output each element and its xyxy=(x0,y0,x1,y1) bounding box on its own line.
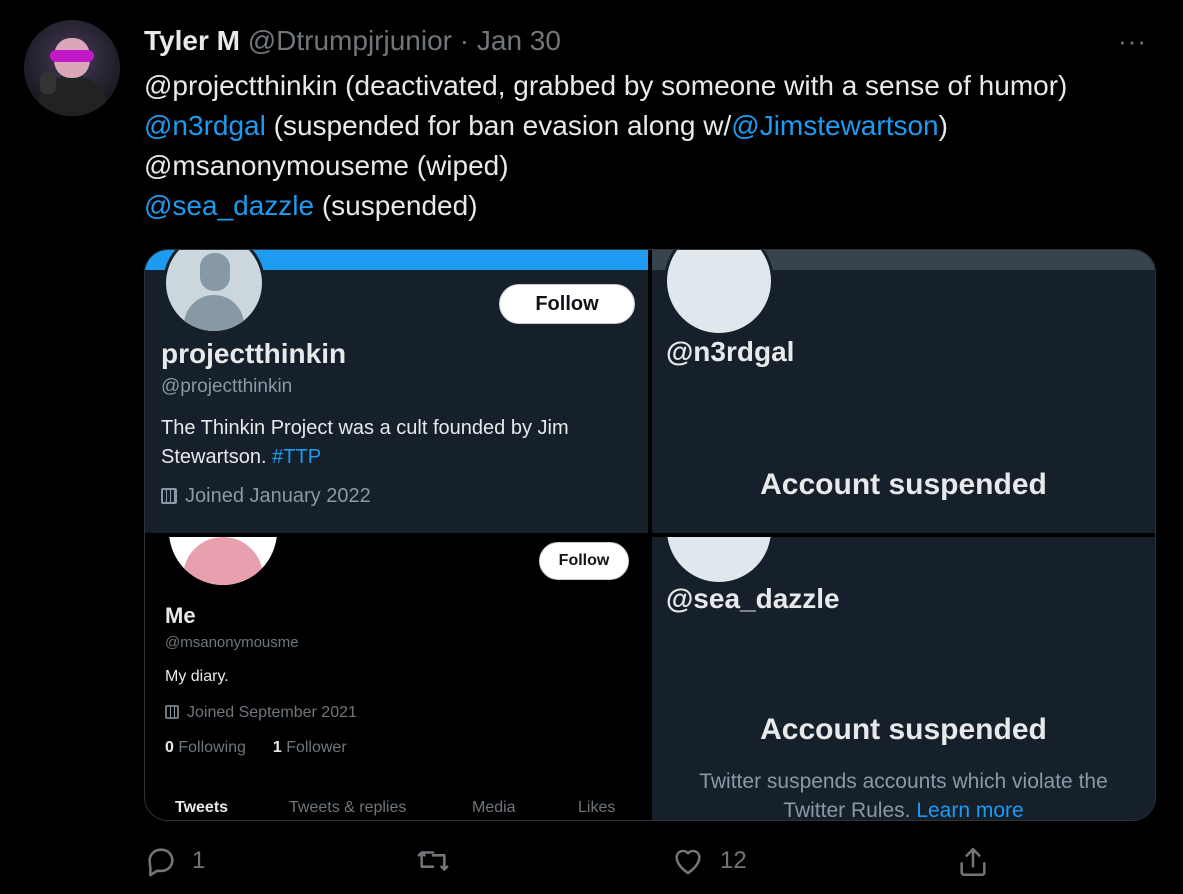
author-name[interactable]: Tyler M xyxy=(144,25,240,56)
blank-avatar-icon xyxy=(664,250,774,336)
tab-likes[interactable]: Likes xyxy=(578,799,615,817)
tweet-line-4: @sea_dazzle (suspended) xyxy=(144,186,1154,226)
tab-tweets-replies[interactable]: Tweets & replies xyxy=(289,799,406,817)
more-options-icon[interactable]: ··· xyxy=(1118,26,1147,57)
like-count: 12 xyxy=(720,847,747,874)
retweet-action[interactable] xyxy=(414,844,466,878)
follow-button[interactable]: Follow xyxy=(539,542,629,580)
tweet-line-2: @n3rdgal (suspended for ban evasion alon… xyxy=(144,106,1154,146)
avatar-body-shape xyxy=(184,295,244,331)
tweet-line-4-text: (suspended) xyxy=(314,190,478,221)
profile-handle: @msanonymousme xyxy=(165,634,299,651)
blank-avatar-icon xyxy=(664,537,774,585)
share-icon xyxy=(960,847,986,877)
reply-action[interactable]: 1 xyxy=(144,844,205,878)
reply-count: 1 xyxy=(192,847,206,874)
media-panel-msanonymousme[interactable]: Follow Me @msanonymousme My diary. Joine… xyxy=(145,537,648,820)
pink-avatar-icon xyxy=(169,537,277,585)
share-action[interactable] xyxy=(956,844,990,880)
tweet-actions: 1 12 xyxy=(144,844,1044,884)
mention-link-jimstewartson[interactable]: @Jimstewartson xyxy=(731,110,938,141)
tweet-line-1-text: @projectthinkin (deactivated, grabbed by… xyxy=(144,70,1068,101)
header-separator: · xyxy=(459,25,470,56)
profile-bio: The Thinkin Project was a cult founded b… xyxy=(161,414,621,472)
following-label[interactable]: Following xyxy=(174,739,246,756)
reply-icon xyxy=(148,848,174,877)
profile-bio-text: The Thinkin Project was a cult founded b… xyxy=(161,417,569,468)
mention-link-n3rdgal[interactable]: @n3rdgal xyxy=(144,110,266,141)
followers-count[interactable]: 1 xyxy=(273,739,282,756)
tweet-header: Tyler M @Dtrumpjrjunior · Jan 30 xyxy=(144,24,561,58)
tweet-line-2-end: ) xyxy=(938,110,948,141)
follow-stats: 0 Following 1 Follower xyxy=(165,739,347,757)
tweet-line-3: @msanonymouseme (wiped) xyxy=(144,146,1154,186)
tweet-line-3-text: @msanonymouseme (wiped) xyxy=(144,150,509,181)
media-panel-projectthinkin[interactable]: Follow projectthinkin @projectthinkin Th… xyxy=(145,250,648,533)
profile-handle: @n3rdgal xyxy=(666,336,795,367)
tweet-text: @projectthinkin (deactivated, grabbed by… xyxy=(144,66,1154,226)
profile-name: projectthinkin xyxy=(161,338,347,369)
following-count[interactable]: 0 xyxy=(165,739,174,756)
tweet-line-2-text: (suspended for ban evasion along w/ xyxy=(265,110,732,141)
author-handle[interactable]: @Dtrumpjrjunior xyxy=(248,25,452,56)
tweet-date[interactable]: Jan 30 xyxy=(477,25,561,56)
follow-button[interactable]: Follow xyxy=(499,284,635,324)
avatar-head-shape xyxy=(200,253,230,291)
followers-label[interactable]: Follower xyxy=(282,739,346,756)
tab-media[interactable]: Media xyxy=(472,799,516,817)
author-avatar[interactable] xyxy=(24,20,120,116)
profile-joined: Joined September 2021 xyxy=(165,704,357,722)
suspended-description: Twitter suspends accounts which violate … xyxy=(692,767,1115,820)
avatar-figure-mask xyxy=(50,50,94,62)
profile-joined-text: Joined September 2021 xyxy=(187,704,357,721)
tab-tweets[interactable]: Tweets xyxy=(175,799,228,817)
profile-joined-text: Joined January 2022 xyxy=(185,485,371,507)
mention-link-sea-dazzle[interactable]: @sea_dazzle xyxy=(144,190,314,221)
media-panel-n3rdgal[interactable]: @n3rdgal Account suspended xyxy=(652,250,1155,533)
like-icon xyxy=(675,849,701,875)
profile-name: Me xyxy=(165,603,196,628)
calendar-icon xyxy=(165,705,179,719)
calendar-icon xyxy=(161,488,177,504)
learn-more-link[interactable]: Learn more xyxy=(916,799,1023,820)
profile-handle: @sea_dazzle xyxy=(666,583,840,614)
profile-tabs: Tweets Tweets & replies Media Likes xyxy=(145,799,648,820)
media-panel-sea-dazzle[interactable]: @sea_dazzle Account suspended Twitter su… xyxy=(652,537,1155,820)
hashtag-link[interactable]: #TTP xyxy=(272,446,321,468)
media-grid[interactable]: Follow projectthinkin @projectthinkin Th… xyxy=(144,249,1156,821)
retweet-icon xyxy=(417,851,449,871)
like-action[interactable]: 12 xyxy=(670,844,747,878)
suspended-description-text: Twitter suspends accounts which violate … xyxy=(699,770,1108,820)
suspended-title: Account suspended xyxy=(760,713,1047,746)
tweet-line-1: @projectthinkin (deactivated, grabbed by… xyxy=(144,66,1154,106)
default-avatar-icon xyxy=(163,250,265,334)
suspended-title: Account suspended xyxy=(760,468,1047,501)
avatar-pink-shape xyxy=(183,537,263,585)
profile-bio: My diary. xyxy=(165,668,229,685)
profile-handle: @projectthinkin xyxy=(161,376,293,397)
profile-joined: Joined January 2022 xyxy=(161,485,371,508)
avatar-figure-hand xyxy=(40,72,56,94)
